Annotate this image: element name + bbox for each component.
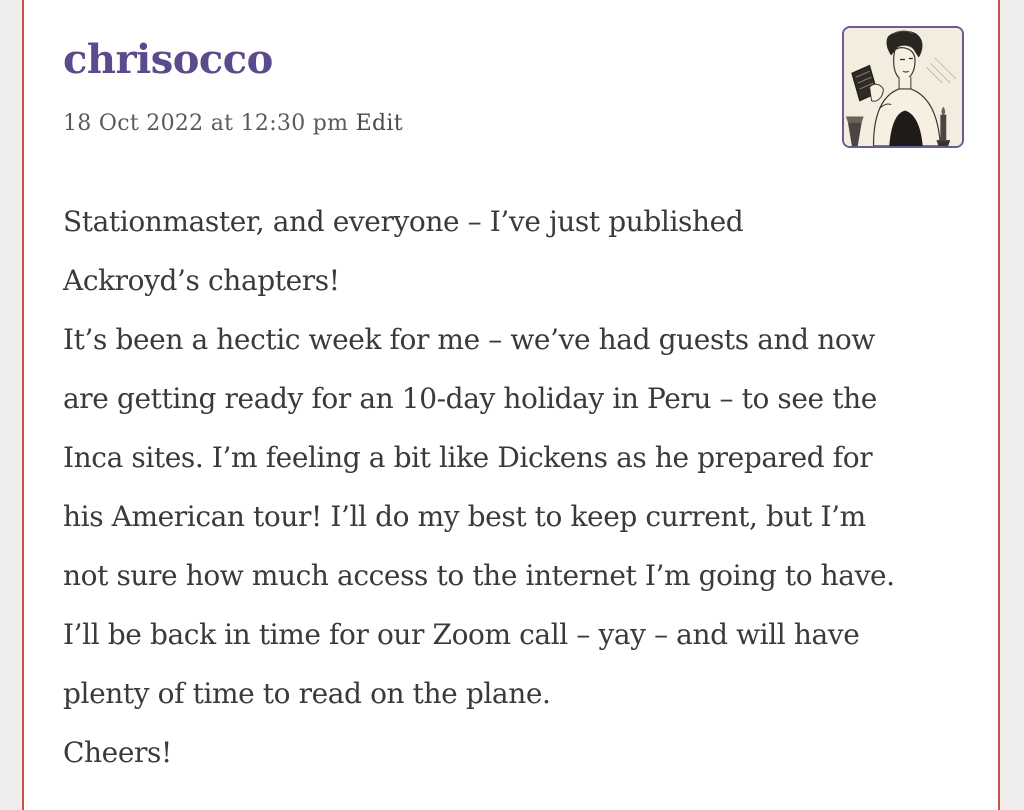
comment-line: It’s been a hectic week for me – we’ve h… xyxy=(63,323,875,356)
comment-author-name[interactable]: chrisocco xyxy=(63,32,273,88)
comment-line: Ackroyd’s chapters! xyxy=(63,264,340,297)
comment-line: plenty of time to read on the plane. xyxy=(63,677,551,710)
comment-line: Cheers! xyxy=(63,736,172,769)
comment-line: I’ll be back in time for our Zoom call –… xyxy=(63,618,860,651)
comment-date[interactable]: 18 Oct 2022 at 12:30 pm xyxy=(63,111,348,136)
avatar xyxy=(842,26,964,148)
comment-line: Stationmaster, and everyone – I’ve just … xyxy=(63,205,744,238)
comment-meta: 18 Oct 2022 at 12:30 pm Edit xyxy=(63,109,403,139)
comment-body: Stationmaster, and everyone – I’ve just … xyxy=(63,192,978,782)
comment-line: Inca sites. I’m feeling a bit like Dicke… xyxy=(63,441,873,474)
comment-line: his American tour! I’ll do my best to ke… xyxy=(63,500,866,533)
edit-link[interactable]: Edit xyxy=(356,111,403,136)
comment-card: chrisocco 18 Oct 2022 at 12:30 pm Edit S… xyxy=(22,0,1000,810)
comment-line: not sure how much access to the internet… xyxy=(63,559,895,592)
comment-line: are getting ready for an 10-day holiday … xyxy=(63,382,877,415)
victorian-woman-reading-avatar-icon xyxy=(844,28,962,146)
